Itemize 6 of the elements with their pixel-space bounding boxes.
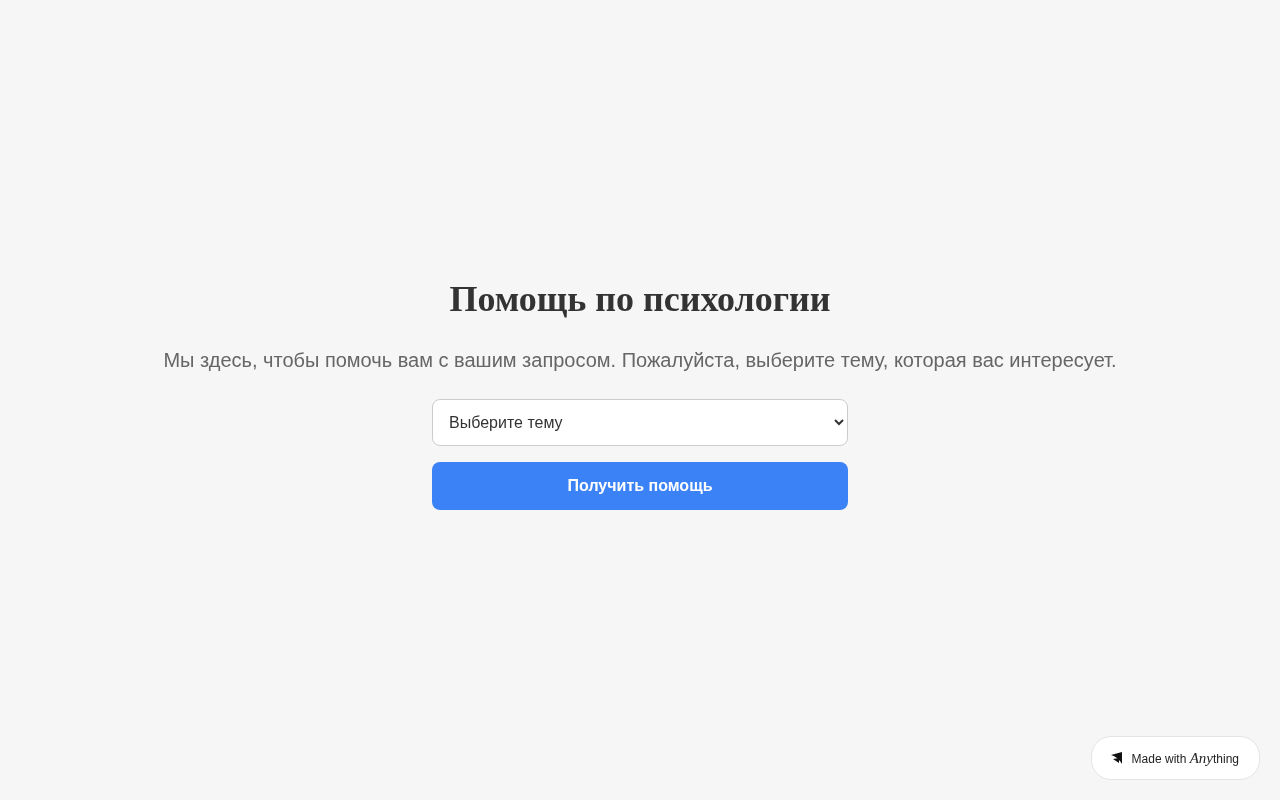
page-title: Помощь по психологии	[449, 277, 831, 321]
topic-select[interactable]: Выберите тему	[432, 399, 848, 447]
intro-text: Мы здесь, чтобы помочь вам с вашим запросом. Пожалуйста, выберите тему, которая вас интересует.	[163, 348, 1117, 374]
made-with-badge[interactable]: Made with Anything	[1090, 735, 1260, 780]
get-help-button[interactable]: Получить помощь	[432, 462, 848, 511]
made-with-text: Made with Anything	[1131, 748, 1239, 768]
